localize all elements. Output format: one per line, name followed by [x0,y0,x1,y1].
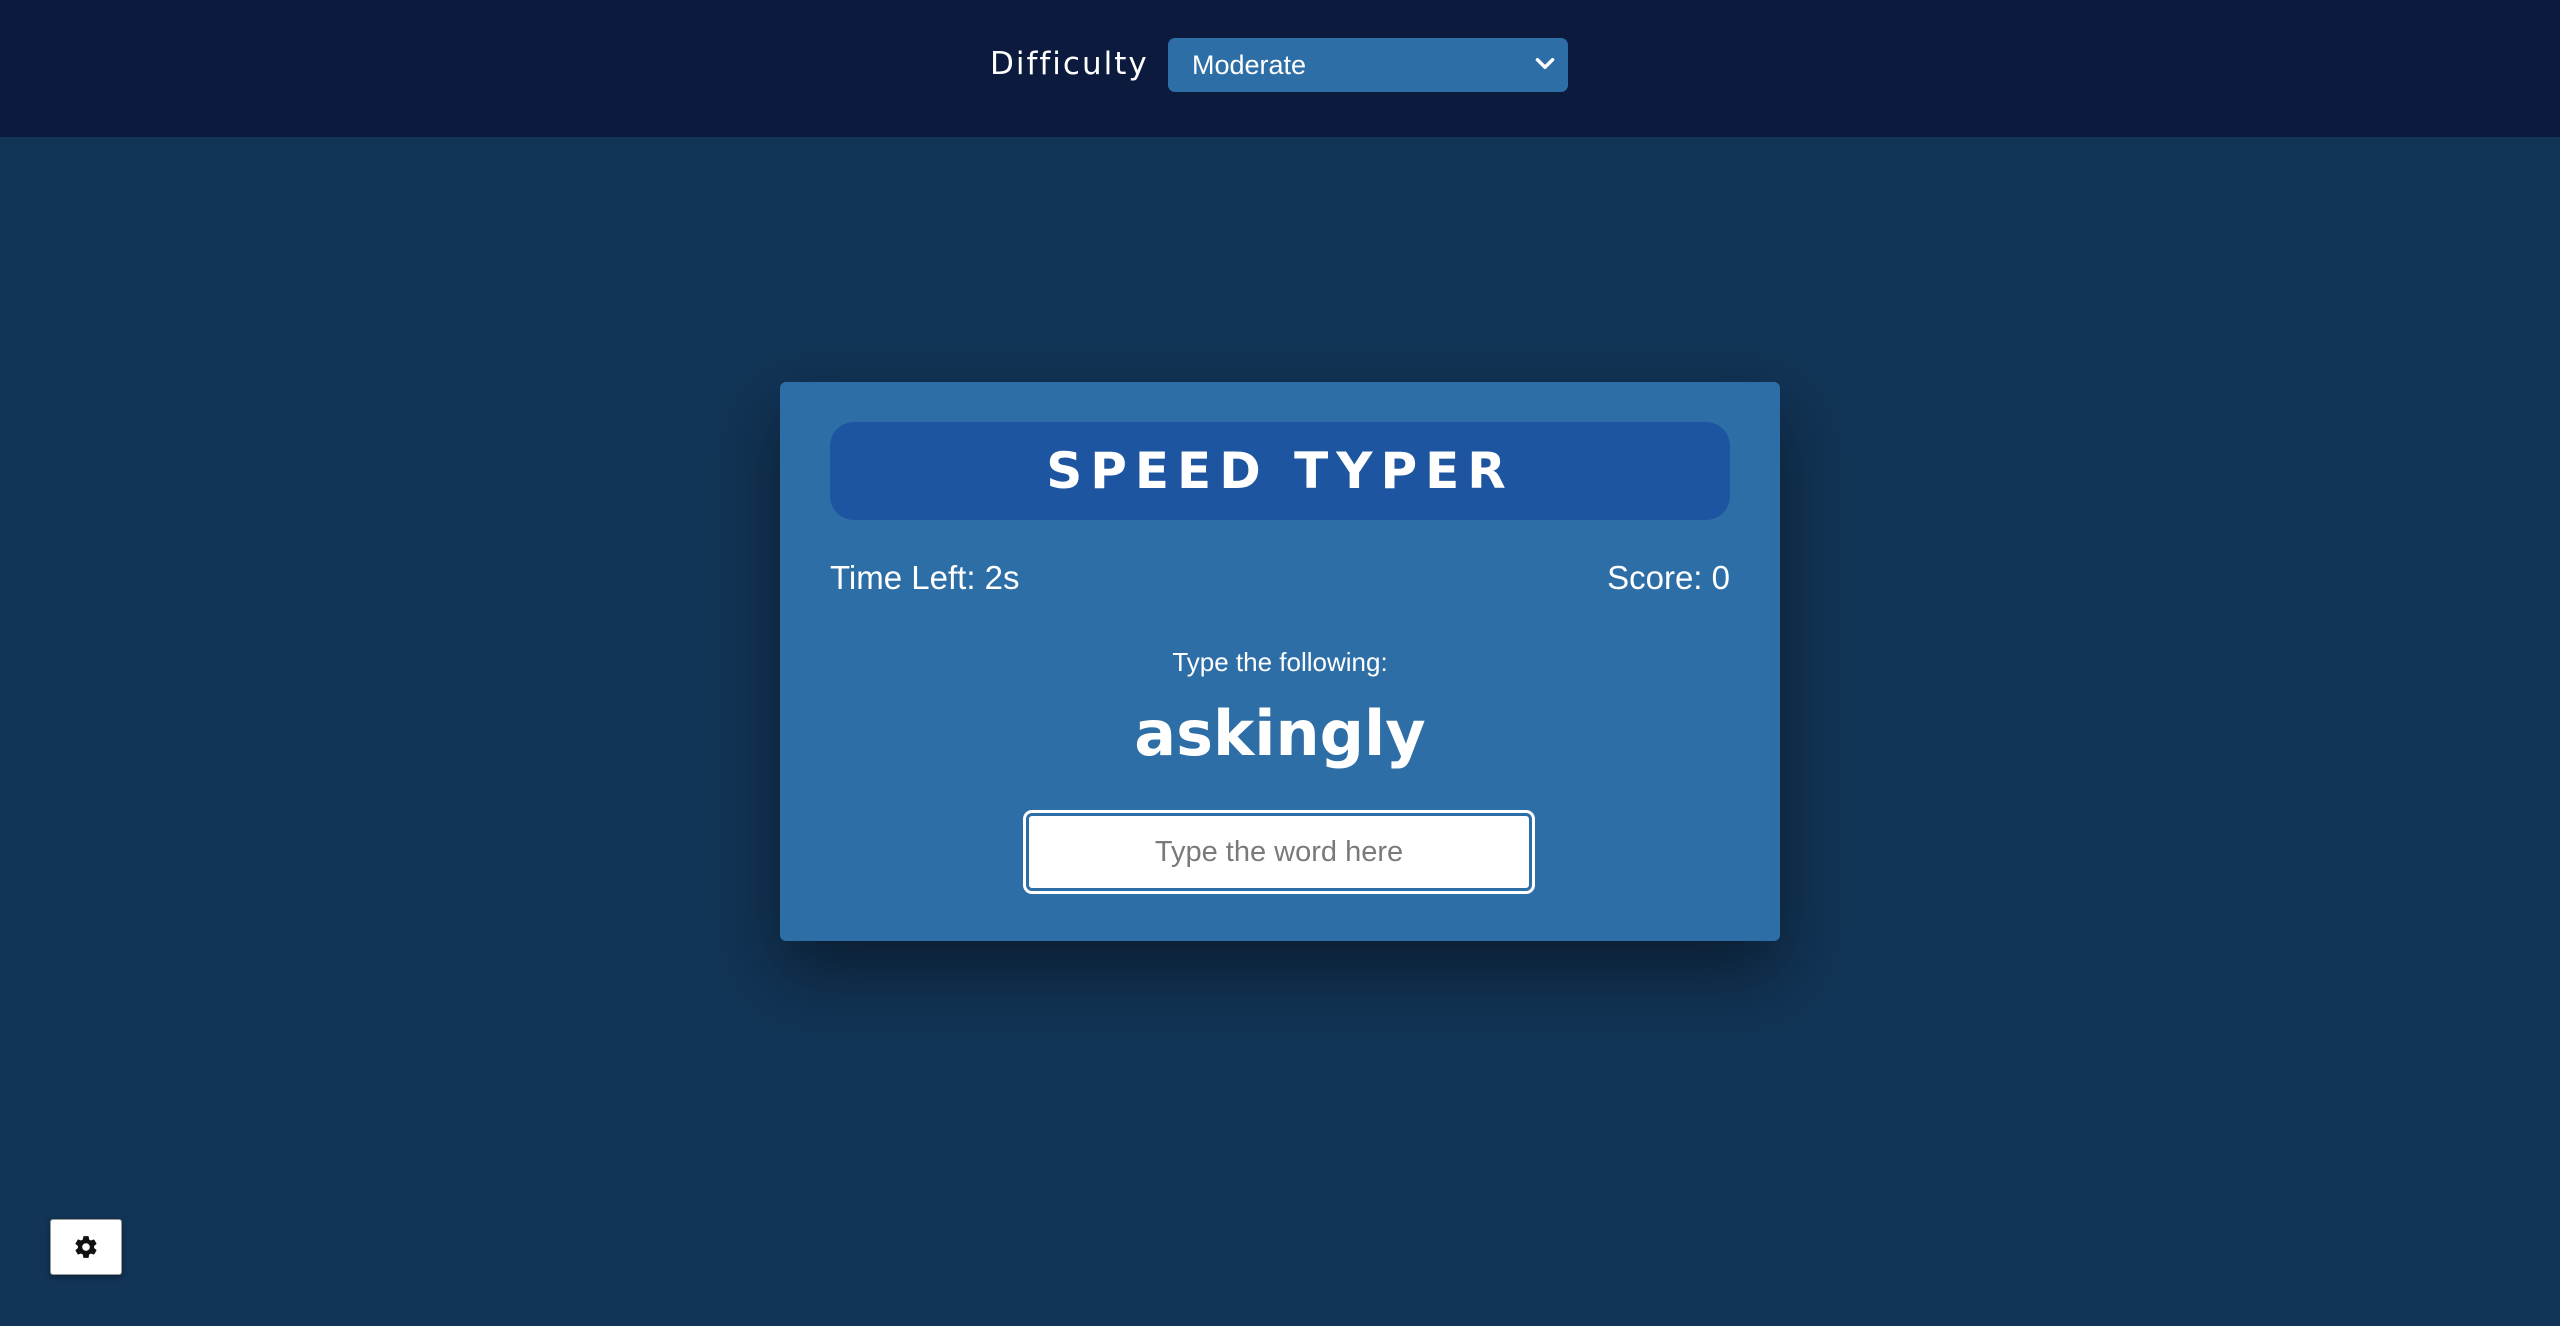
time-left: Time Left: 2s [830,559,1020,596]
target-word: askingly [1134,697,1426,770]
word-input[interactable] [1026,813,1532,891]
difficulty-label: Difficulty [990,46,1149,82]
prompt-label: Type the following: [1172,647,1388,677]
game-card: SPEED TYPER Time Left: 2s Score: 0 Type … [780,382,1780,941]
settings-button[interactable] [50,1219,122,1275]
chevron-down-icon [1535,57,1555,69]
top-bar: Difficulty Moderate [0,0,2560,137]
difficulty-select[interactable]: Moderate [1168,38,1568,92]
difficulty-select-value: Moderate [1192,50,1307,80]
score: Score: 0 [1607,559,1730,596]
game-title: SPEED TYPER [830,422,1730,520]
gear-icon [75,1236,97,1258]
